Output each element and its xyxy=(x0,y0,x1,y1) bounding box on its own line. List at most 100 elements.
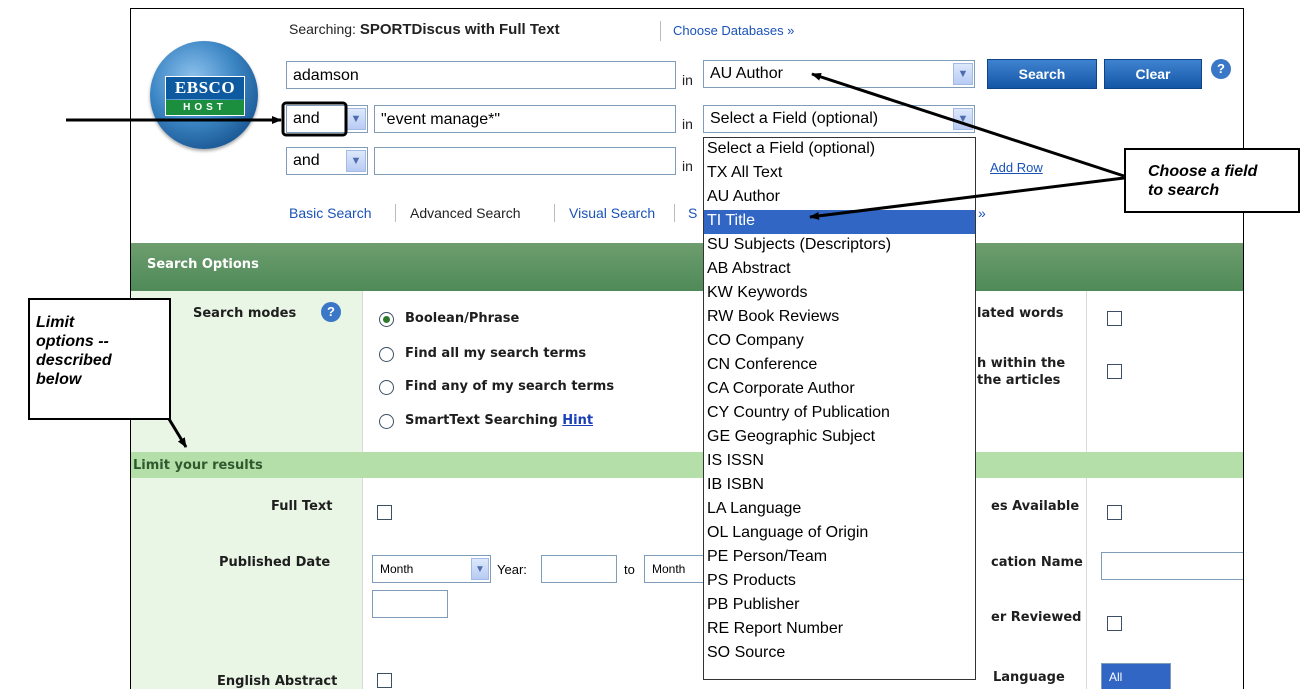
year-label: Year: xyxy=(497,562,527,577)
divider xyxy=(362,291,363,452)
search-term-3[interactable] xyxy=(374,147,676,175)
field-select-2-value: Select a Field (optional) xyxy=(710,110,879,127)
field-option-geographic-subject[interactable]: GE Geographic Subject xyxy=(704,426,975,450)
full-text-articles-label: the articles xyxy=(977,373,1061,388)
field-option-source[interactable]: SO Source xyxy=(704,642,975,666)
published-month-start-select[interactable]: Month ▼ xyxy=(372,555,491,583)
year-end-input[interactable] xyxy=(372,590,448,618)
clear-button[interactable]: Clear xyxy=(1104,59,1202,89)
english-abstract-label: English Abstract xyxy=(217,674,338,689)
radio-find-any[interactable] xyxy=(379,380,394,395)
search-term-2[interactable]: "event manage*" xyxy=(374,105,676,133)
images-available-checkbox[interactable] xyxy=(1107,505,1122,520)
callout-line: to search xyxy=(1148,182,1220,199)
divider xyxy=(554,204,555,222)
partial-nav-trailing[interactable]: » xyxy=(978,205,986,221)
ebsco-screenshot-frame: EBSCO HOST Searching: SPORTDiscus with F… xyxy=(130,8,1244,689)
field-dropdown-list[interactable]: Select a Field (optional) TX All Text AU… xyxy=(703,137,976,680)
published-date-label: Published Date xyxy=(219,555,331,570)
field-select-1-value: AU Author xyxy=(710,65,783,82)
related-words-checkbox[interactable] xyxy=(1107,311,1122,326)
month-start-value: Month xyxy=(380,562,414,576)
field-select-1[interactable]: AU Author ▼ xyxy=(703,60,975,88)
year-start-input[interactable] xyxy=(541,555,617,583)
callout-line: described xyxy=(36,352,112,369)
full-text-checkbox[interactable] xyxy=(377,505,392,520)
field-option-book-reviews[interactable]: RW Book Reviews xyxy=(704,306,975,330)
chevron-down-icon: ▼ xyxy=(471,558,489,580)
radio-boolean-phrase[interactable] xyxy=(379,312,394,327)
field-option-country[interactable]: CY Country of Publication xyxy=(704,402,975,426)
boolean-operator-select-2[interactable]: and ▼ xyxy=(286,105,368,133)
boolean-operator-select-3[interactable]: and ▼ xyxy=(286,147,368,175)
publication-name-label: cation Name xyxy=(991,555,1083,570)
field-option-conference[interactable]: CN Conference xyxy=(704,354,975,378)
field-option-keywords[interactable]: KW Keywords xyxy=(704,282,975,306)
ebsco-host-logo: EBSCO HOST xyxy=(150,41,258,149)
field-option-corporate-author[interactable]: CA Corporate Author xyxy=(704,378,975,402)
field-option-person-team[interactable]: PE Person/Team xyxy=(704,546,975,570)
in-label-1: in xyxy=(682,72,693,88)
operator-2-value: and xyxy=(293,110,320,127)
related-words-label: lated words xyxy=(977,306,1064,321)
to-label: to xyxy=(624,562,635,577)
in-label-3: in xyxy=(682,158,693,174)
field-option-all-text[interactable]: TX All Text xyxy=(704,162,975,186)
search-term-1[interactable]: adamson xyxy=(286,61,676,89)
field-option-author[interactable]: AU Author xyxy=(704,186,975,210)
advanced-search-tab[interactable]: Advanced Search xyxy=(410,205,521,221)
peer-reviewed-label: er Reviewed xyxy=(991,610,1082,625)
divider xyxy=(395,204,396,222)
search-options-header[interactable]: Search Options xyxy=(131,243,1243,291)
field-option-isbn[interactable]: IB ISBN xyxy=(704,474,975,498)
callout-line: options -- xyxy=(36,333,109,350)
limit-results-header[interactable]: Limit your results xyxy=(131,452,1243,478)
hint-link[interactable]: Hint xyxy=(562,413,593,428)
in-label-2: in xyxy=(682,116,693,132)
visual-search-link[interactable]: Visual Search xyxy=(569,205,655,221)
field-option-subjects[interactable]: SU Subjects (Descriptors) xyxy=(704,234,975,258)
chevron-down-icon: ▼ xyxy=(953,63,973,85)
search-modes-help-icon[interactable]: ? xyxy=(321,302,341,322)
basic-search-link[interactable]: Basic Search xyxy=(289,205,371,221)
field-option-abstract[interactable]: AB Abstract xyxy=(704,258,975,282)
choose-databases-link[interactable]: Choose Databases » xyxy=(673,23,794,38)
operator-3-value: and xyxy=(293,152,320,169)
database-name: SPORTDiscus with Full Text xyxy=(359,21,560,38)
field-select-2[interactable]: Select a Field (optional) ▼ xyxy=(703,105,975,133)
field-option-report-number[interactable]: RE Report Number xyxy=(704,618,975,642)
field-option-products[interactable]: PS Products xyxy=(704,570,975,594)
logo-bottom-text: HOST xyxy=(166,100,244,115)
callout-line: Choose a field xyxy=(1148,163,1258,180)
choose-field-callout: Choose a field to search xyxy=(1124,148,1300,213)
divider xyxy=(660,21,661,41)
search-within-label: h within the xyxy=(977,356,1066,371)
radio-find-all[interactable] xyxy=(379,347,394,362)
radio-smarttext[interactable] xyxy=(379,414,394,429)
smarttext-label: SmartText Searching xyxy=(405,413,558,428)
field-option-issn[interactable]: IS ISSN xyxy=(704,450,975,474)
add-row-link[interactable]: Add Row xyxy=(990,160,1043,175)
english-abstract-checkbox[interactable] xyxy=(377,673,392,688)
radio-label-boolean: Boolean/Phrase xyxy=(405,311,520,326)
field-option-language-origin[interactable]: OL Language of Origin xyxy=(704,522,975,546)
partial-nav-link[interactable]: S xyxy=(688,205,697,221)
logo-top-text: EBSCO xyxy=(166,77,244,99)
field-option-language[interactable]: LA Language xyxy=(704,498,975,522)
field-option-company[interactable]: CO Company xyxy=(704,330,975,354)
images-available-label: es Available xyxy=(991,499,1080,514)
searching-line: Searching: SPORTDiscus with Full Text xyxy=(289,21,560,38)
search-button[interactable]: Search xyxy=(987,59,1097,89)
field-option-title[interactable]: TI Title xyxy=(704,210,975,234)
field-option-select-a-field[interactable]: Select a Field (optional) xyxy=(704,138,975,162)
language-select[interactable]: All xyxy=(1101,663,1171,689)
limit-results-title: Limit your results xyxy=(133,458,263,473)
field-option-publisher[interactable]: PB Publisher xyxy=(704,594,975,618)
publication-name-input[interactable] xyxy=(1101,552,1243,580)
chevron-down-icon: ▼ xyxy=(346,150,366,172)
peer-reviewed-checkbox[interactable] xyxy=(1107,616,1122,631)
search-within-checkbox[interactable] xyxy=(1107,364,1122,379)
limit-options-callout: Limit options -- described below xyxy=(28,298,171,420)
help-icon[interactable]: ? xyxy=(1211,59,1231,79)
search-modes-label: Search modes xyxy=(193,306,297,321)
